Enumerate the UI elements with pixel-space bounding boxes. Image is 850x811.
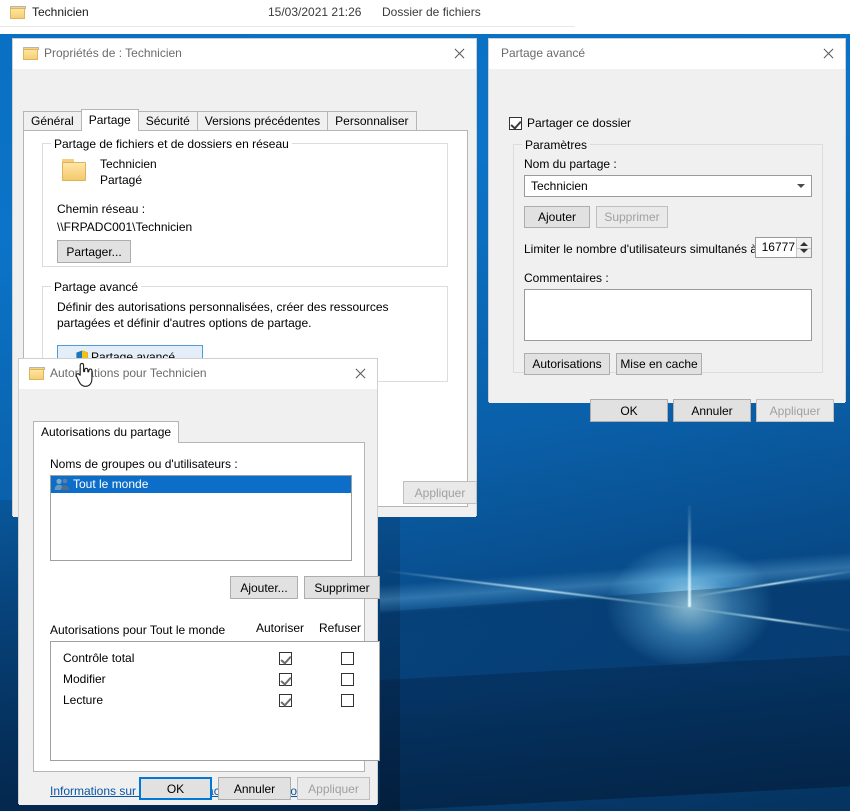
- permission-name: Lecture: [63, 693, 104, 707]
- tab-personnaliser[interactable]: Personnaliser: [327, 111, 417, 131]
- explorer-file-row[interactable]: Technicien 15/03/2021 21:26 Dossier de f…: [0, 0, 575, 27]
- wallpaper-shade-mid: [380, 579, 850, 692]
- network-sharing-legend: Partage de fichiers et de dossiers en ré…: [51, 137, 292, 151]
- permission-name: Modifier: [63, 672, 106, 686]
- close-icon[interactable]: [811, 39, 845, 69]
- folder-icon: [29, 367, 45, 380]
- wallpaper-light-beam-right: [689, 569, 850, 598]
- permissions-body: Autorisations du partage Noms de groupes…: [19, 389, 380, 805]
- folder-icon: [23, 47, 39, 60]
- comments-textarea[interactable]: [524, 289, 812, 341]
- advanced-sharing-body: Partager ce dossier Paramètres Nom du pa…: [489, 69, 845, 422]
- wallpaper-light-beam-vertical: [688, 505, 691, 607]
- allow-checkbox[interactable]: [279, 652, 292, 665]
- network-path-value: \\FRPADC001\Technicien: [57, 220, 193, 234]
- permissions-title: Autorisations pour Technicien: [50, 366, 207, 380]
- share-this-folder-label: Partager ce dossier: [527, 116, 632, 130]
- table-row[interactable]: Contrôle total: [51, 648, 379, 669]
- tab-autorisations-partage[interactable]: Autorisations du partage: [33, 421, 180, 443]
- share-this-folder-checkbox[interactable]: [509, 117, 522, 130]
- advanced-cancel-button[interactable]: Annuler: [673, 399, 751, 422]
- permissions-tab-page: Noms de groupes ou d'utilisateurs : Tout…: [33, 442, 380, 798]
- deny-checkbox[interactable]: [341, 652, 354, 665]
- permissions-cancel-button[interactable]: Annuler: [218, 777, 291, 800]
- tab-general[interactable]: Général: [23, 111, 82, 131]
- advanced-ok-button[interactable]: OK: [590, 399, 668, 422]
- advanced-sharing-title: Partage avancé: [501, 46, 586, 60]
- tab-partage[interactable]: Partage: [80, 109, 139, 131]
- close-icon[interactable]: [442, 39, 476, 69]
- add-share-button[interactable]: Ajouter: [524, 206, 590, 228]
- remove-principal-button[interactable]: Supprimer: [304, 576, 380, 599]
- explorer-file-name: Technicien: [32, 5, 89, 19]
- limit-users-label: Limiter le nombre d'utilisateurs simulta…: [524, 242, 764, 256]
- wallpaper-light-beam-right-lower: [689, 607, 850, 633]
- wallpaper-light-beam-left: [382, 569, 696, 610]
- wallpaper-shade-bottom: [380, 655, 850, 811]
- chevron-down-icon: [797, 184, 805, 188]
- users-icon: [54, 478, 70, 491]
- share-name-label: Nom du partage :: [524, 157, 617, 171]
- permissions-dialog: Autorisations pour Technicien Autorisati…: [18, 358, 380, 805]
- spinner-down-icon[interactable]: [800, 249, 808, 253]
- permissions-titlebar[interactable]: Autorisations pour Technicien: [19, 359, 377, 389]
- share-name-combo[interactable]: Technicien: [524, 175, 812, 197]
- explorer-file-type: Dossier de fichiers: [382, 5, 481, 19]
- advanced-sharing-dialog: Partage avancé Partager ce dossier Param…: [488, 38, 846, 422]
- share-name-value: Technicien: [531, 179, 588, 193]
- network-path-label: Chemin réseau :: [57, 202, 146, 216]
- permissions-tabstrip: Autorisations du partage: [33, 421, 180, 443]
- tab-securite[interactable]: Sécurité: [137, 111, 198, 131]
- screen: Technicien 15/03/2021 21:26 Dossier de f…: [0, 0, 850, 811]
- group-names-listbox[interactable]: Tout le monde: [50, 475, 352, 561]
- allow-checkbox[interactable]: [279, 673, 292, 686]
- advanced-sharing-description: Définir des autorisations personnalisées…: [57, 300, 389, 330]
- list-item-label: Tout le monde: [73, 477, 149, 491]
- deny-checkbox[interactable]: [341, 694, 354, 707]
- table-row[interactable]: Modifier: [51, 669, 379, 690]
- allow-checkbox[interactable]: [279, 694, 292, 707]
- tab-versions[interactable]: Versions précédentes: [196, 111, 329, 131]
- permission-name: Contrôle total: [63, 651, 135, 665]
- shared-folder-name: Technicien: [100, 157, 157, 171]
- permissions-ok-button[interactable]: OK: [139, 777, 212, 800]
- advanced-apply-button[interactable]: Appliquer: [756, 399, 834, 422]
- network-sharing-group: Partage de fichiers et de dossiers en ré…: [42, 137, 448, 267]
- properties-apply-button[interactable]: Appliquer: [403, 481, 477, 504]
- advanced-sharing-legend: Partage avancé: [51, 280, 142, 294]
- advanced-sharing-titlebar[interactable]: Partage avancé: [489, 39, 845, 69]
- deny-checkbox[interactable]: [341, 673, 354, 686]
- permissions-button[interactable]: Autorisations: [524, 353, 610, 375]
- list-item[interactable]: Tout le monde: [51, 476, 351, 493]
- permissions-table[interactable]: Contrôle total Modifier Lecture: [50, 641, 380, 761]
- limit-users-value: 16777: [761, 240, 795, 254]
- settings-legend: Paramètres: [522, 138, 591, 152]
- settings-group: Paramètres Nom du partage : Technicien A…: [513, 138, 823, 375]
- table-row[interactable]: Lecture: [51, 690, 379, 711]
- column-deny-header: Refuser: [319, 621, 362, 635]
- permissions-apply-button[interactable]: Appliquer: [297, 777, 370, 800]
- group-names-label: Noms de groupes ou d'utilisateurs :: [50, 457, 238, 471]
- share-button[interactable]: Partager...: [57, 240, 131, 263]
- spinner-up-icon[interactable]: [800, 242, 808, 246]
- explorer-file-date: 15/03/2021 21:26: [268, 5, 362, 19]
- limit-users-spinner[interactable]: 16777: [755, 237, 812, 258]
- properties-titlebar[interactable]: Propriétés de : Technicien: [13, 39, 476, 69]
- comments-label: Commentaires :: [524, 271, 609, 285]
- add-principal-button[interactable]: Ajouter...: [230, 576, 298, 599]
- column-allow-header: Autoriser: [256, 621, 305, 635]
- caching-button[interactable]: Mise en cache: [616, 353, 702, 375]
- shared-folder-state: Partagé: [100, 173, 143, 187]
- close-icon[interactable]: [343, 359, 377, 389]
- permissions-for-label: Autorisations pour Tout le monde: [50, 623, 226, 637]
- folder-icon: [10, 6, 26, 19]
- properties-title: Propriétés de : Technicien: [44, 46, 182, 60]
- properties-tabstrip: Général Partage Sécurité Versions précéd…: [23, 109, 417, 131]
- remove-share-button[interactable]: Supprimer: [596, 206, 668, 228]
- folder-icon: [62, 159, 88, 181]
